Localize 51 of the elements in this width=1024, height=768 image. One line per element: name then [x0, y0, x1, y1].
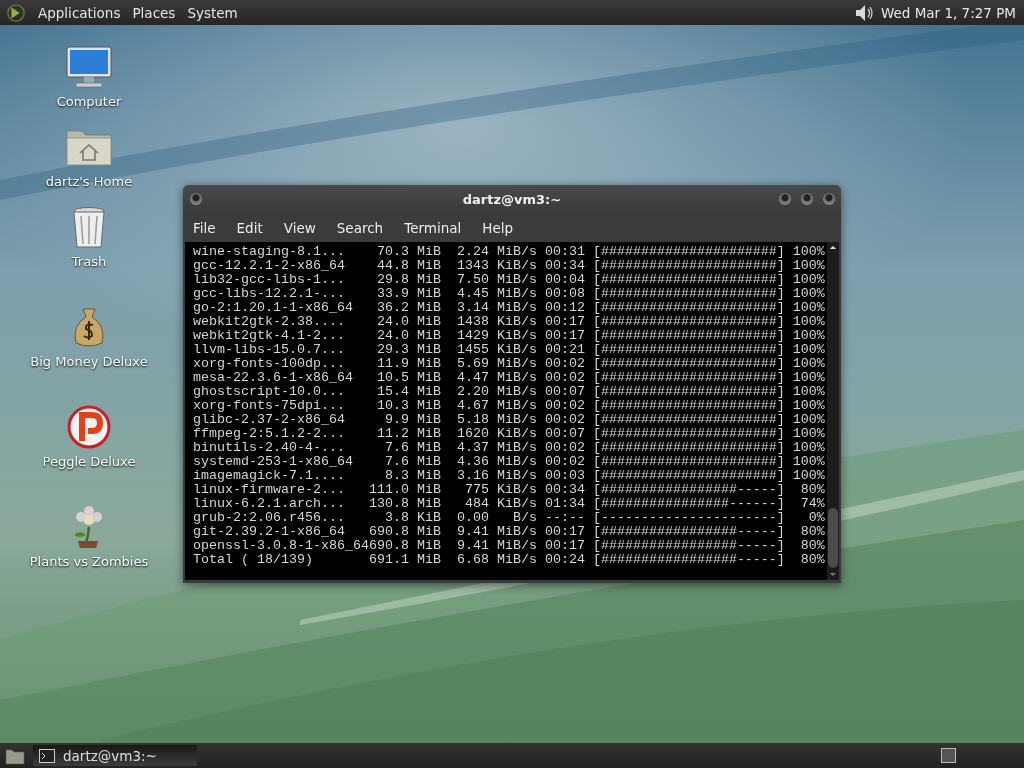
- terminal-icon: [39, 748, 55, 763]
- terminal-line: gcc-libs-12.2.1-... 33.9 MiB 4.45 MiB/s 00:08 [######################] 100%: [193, 287, 826, 301]
- scroll-up-icon[interactable]: [829, 245, 837, 250]
- terminal-line: linux-firmware-2... 111.0 MiB 775 KiB/s 00:34 [#################-----] 80%: [193, 483, 826, 497]
- menu-item[interactable]: Terminal: [396, 215, 470, 240]
- menu-item[interactable]: Edit: [228, 215, 271, 240]
- terminal-line: linux-6.2.1.arch... 130.8 MiB 484 KiB/s 01:34 [################------] 74%: [193, 497, 826, 511]
- panel-menu[interactable]: Applications: [38, 2, 121, 23]
- terminal-line: openssl-3.0.8-1-x86_64690.8 MiB 9.41 MiB/s 00:17 [#################-----] 80%: [193, 539, 826, 553]
- scrollbar-thumb[interactable]: [828, 508, 838, 568]
- show-desktop-icon[interactable]: [5, 746, 25, 765]
- panel-menu[interactable]: System: [187, 2, 238, 23]
- terminal-line: ffmpeg-2:5.1.2-2... 11.2 MiB 1620 KiB/s 00:07 [######################] 100%: [193, 427, 826, 441]
- terminal-line: ghostscript-10.0... 15.4 MiB 2.20 MiB/s 00:07 [######################] 100%: [193, 385, 826, 399]
- menu-item[interactable]: View: [275, 215, 324, 240]
- terminal-line: glibc-2.37-2-x86_64 9.9 MiB 5.18 MiB/s 00:02 [######################] 100%: [193, 413, 826, 427]
- terminal-line: systemd-253-1-x86_64 7.6 MiB 4.36 MiB/s 00:02 [######################] 100%: [193, 455, 826, 469]
- close-button[interactable]: [823, 193, 835, 205]
- taskbar-button[interactable]: dartz@vm3:~: [33, 745, 197, 766]
- desktop-icon-label[interactable]: Computer: [56, 94, 122, 109]
- terminal-line: wine-staging-8.1... 70.3 MiB 2.24 MiB/s 00:31 [######################] 100%: [193, 245, 826, 259]
- terminal-line: binutils-2.40-4-... 7.6 MiB 4.37 MiB/s 00:02 [######################] 100%: [193, 441, 826, 455]
- scroll-down-icon[interactable]: [829, 572, 837, 577]
- workspace-switcher[interactable]: [941, 748, 956, 763]
- terminal-line: go-2:1.20.1-1-x86_64 36.2 MiB 3.14 MiB/s 00:12 [######################] 100%: [193, 301, 826, 315]
- terminal-line: llvm-libs-15.0.7... 29.3 MiB 1455 KiB/s 00:21 [######################] 100%: [193, 343, 826, 357]
- terminal-line: lib32-gcc-libs-1... 29.8 MiB 7.50 MiB/s 00:04 [######################] 100%: [193, 273, 826, 287]
- terminal-line: git-2.39.2-1-x86_64 690.8 MiB 9.41 MiB/s 00:17 [#################-----] 80%: [193, 525, 826, 539]
- scrollbar[interactable]: [827, 242, 839, 580]
- menu-item[interactable]: Help: [474, 215, 522, 240]
- terminal-line: xorg-fonts-100dp... 11.9 MiB 5.69 MiB/s 00:02 [######################] 100%: [193, 357, 826, 371]
- minimize-button[interactable]: [779, 193, 791, 205]
- menu-item[interactable]: Search: [328, 215, 392, 240]
- maximize-button[interactable]: [801, 193, 813, 205]
- terminal-line: mesa-22.3.6-1-x86_64 10.5 MiB 4.47 MiB/s 00:02 [######################] 100%: [193, 371, 826, 385]
- terminal-line: gcc-12.2.1-2-x86_64 44.8 MiB 1343 KiB/s 00:34 [######################] 100%: [193, 259, 826, 273]
- panel-menu[interactable]: Places: [132, 2, 176, 23]
- terminal-line: xorg-fonts-75dpi... 10.3 MiB 4.67 MiB/s 00:02 [######################] 100%: [193, 399, 826, 413]
- clock[interactable]: Wed Mar 1, 7:27 PM: [880, 4, 1016, 21]
- menu-item[interactable]: File: [185, 215, 224, 240]
- menu-logo-icon[interactable]: [6, 2, 26, 23]
- terminal-line: webkit2gtk-4.1-2... 24.0 MiB 1429 KiB/s 00:17 [######################] 100%: [193, 329, 826, 343]
- terminal-line: imagemagick-7.1.... 8.3 MiB 3.16 MiB/s 00:03 [######################] 100%: [193, 469, 826, 483]
- terminal-line: webkit2gtk-2.38.... 24.0 MiB 1438 KiB/s 00:17 [######################] 100%: [193, 315, 826, 329]
- terminal-line: Total ( 18/139) 691.1 MiB 6.68 MiB/s 00:24 [#################-----] 80%: [193, 553, 826, 567]
- terminal-line: grub-2:2.06.r456... 3.8 KiB 0.00 B/s --:-- [----------------------] 0%: [193, 511, 826, 525]
- task-label: dartz@vm3:~: [63, 747, 157, 764]
- desktop-icon-label[interactable]: dartz's Home: [45, 174, 133, 189]
- window-title: dartz@vm3:~: [462, 191, 562, 207]
- window-menu-button[interactable]: [190, 193, 202, 205]
- monitor-icon[interactable]: [64, 45, 114, 89]
